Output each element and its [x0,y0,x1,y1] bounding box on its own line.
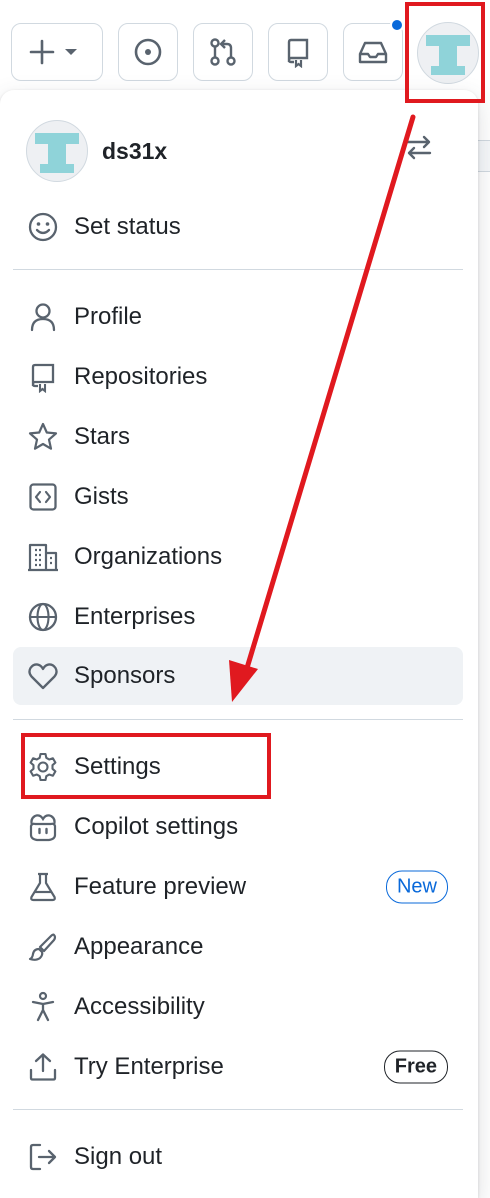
menu-item-profile[interactable]: Profile [13,288,463,346]
menu-item-set-status[interactable]: Set status [13,198,463,256]
avatar[interactable] [417,22,479,84]
plus-icon [29,39,77,65]
username: ds31x [102,137,168,164]
menu-item-label: Gists [74,483,129,510]
menu-item-copilot-settings[interactable]: Copilot settings [13,798,463,856]
menu-item-label: Feature preview [74,873,247,900]
menu-item-organizations[interactable]: Organizations [13,528,463,586]
free-badge: Free [383,1050,448,1084]
avatar-image [35,133,79,173]
menu-item-label: Repositories [74,363,208,390]
divider [13,269,463,270]
accessibility-icon [31,991,55,1022]
menu-item-appearance[interactable]: Appearance [13,918,463,976]
user-row: ds31x [26,120,466,182]
issue-opened-icon [134,38,162,66]
beaker-icon [30,872,56,902]
create-new-button[interactable] [11,23,103,81]
menu-item-label: Accessibility [74,993,205,1020]
copilot-icon [29,814,57,842]
avatar-image [426,35,470,75]
menu-item-label: Appearance [74,933,204,960]
menu-item-accessibility[interactable]: Accessibility [13,978,463,1036]
star-icon [28,422,58,450]
issues-button[interactable] [118,23,178,81]
divider [13,719,463,720]
menu-item-label: Set status [74,213,181,240]
menu-item-label: Sponsors [74,662,176,689]
inbox-icon [358,41,388,64]
header-bar [0,0,490,90]
notification-indicator [390,18,404,32]
upload-icon [29,1053,57,1081]
globe-icon [28,602,58,632]
menu-item-sponsors[interactable]: Sponsors [13,647,463,705]
smiley-icon [28,212,58,242]
person-icon [30,303,56,332]
new-badge: New [385,870,448,904]
organization-icon [28,543,58,572]
git-pull-request-icon [210,38,236,66]
menu-item-stars[interactable]: Stars [13,408,463,466]
repo-icon [31,363,55,393]
menu-item-label: Stars [74,423,131,450]
menu-item-enterprises[interactable]: Enterprises [13,588,463,646]
pull-requests-button[interactable] [193,23,253,81]
menu-item-label: Profile [74,303,143,330]
menu-item-label: Sign out [74,1143,163,1170]
paintbrush-icon [28,933,57,961]
code-square-icon [29,483,57,511]
repo-icon [287,38,309,68]
menu-item-sign-out[interactable]: Sign out [13,1128,463,1186]
menu-item-feature-preview[interactable]: Feature preview New [13,858,463,916]
gear-icon [29,752,57,782]
divider [13,1109,463,1110]
menu-item-repositories[interactable]: Repositories [13,348,463,406]
repositories-button[interactable] [268,23,328,81]
heart-icon [28,663,58,690]
menu-item-label: Enterprises [74,603,196,630]
user-avatar [26,120,88,182]
menu-item-gists[interactable]: Gists [13,468,463,526]
switch-account-icon[interactable] [404,132,434,162]
menu-item-settings[interactable]: Settings [13,738,463,796]
menu-item-try-enterprise[interactable]: Try Enterprise Free [13,1038,463,1096]
menu-item-label: Settings [74,753,161,780]
menu-item-label: Organizations [74,543,223,570]
menu-item-label: Try Enterprise [74,1053,224,1080]
menu-item-label: Copilot settings [74,813,239,840]
page-edge [478,140,490,172]
sign-out-icon [29,1143,57,1171]
